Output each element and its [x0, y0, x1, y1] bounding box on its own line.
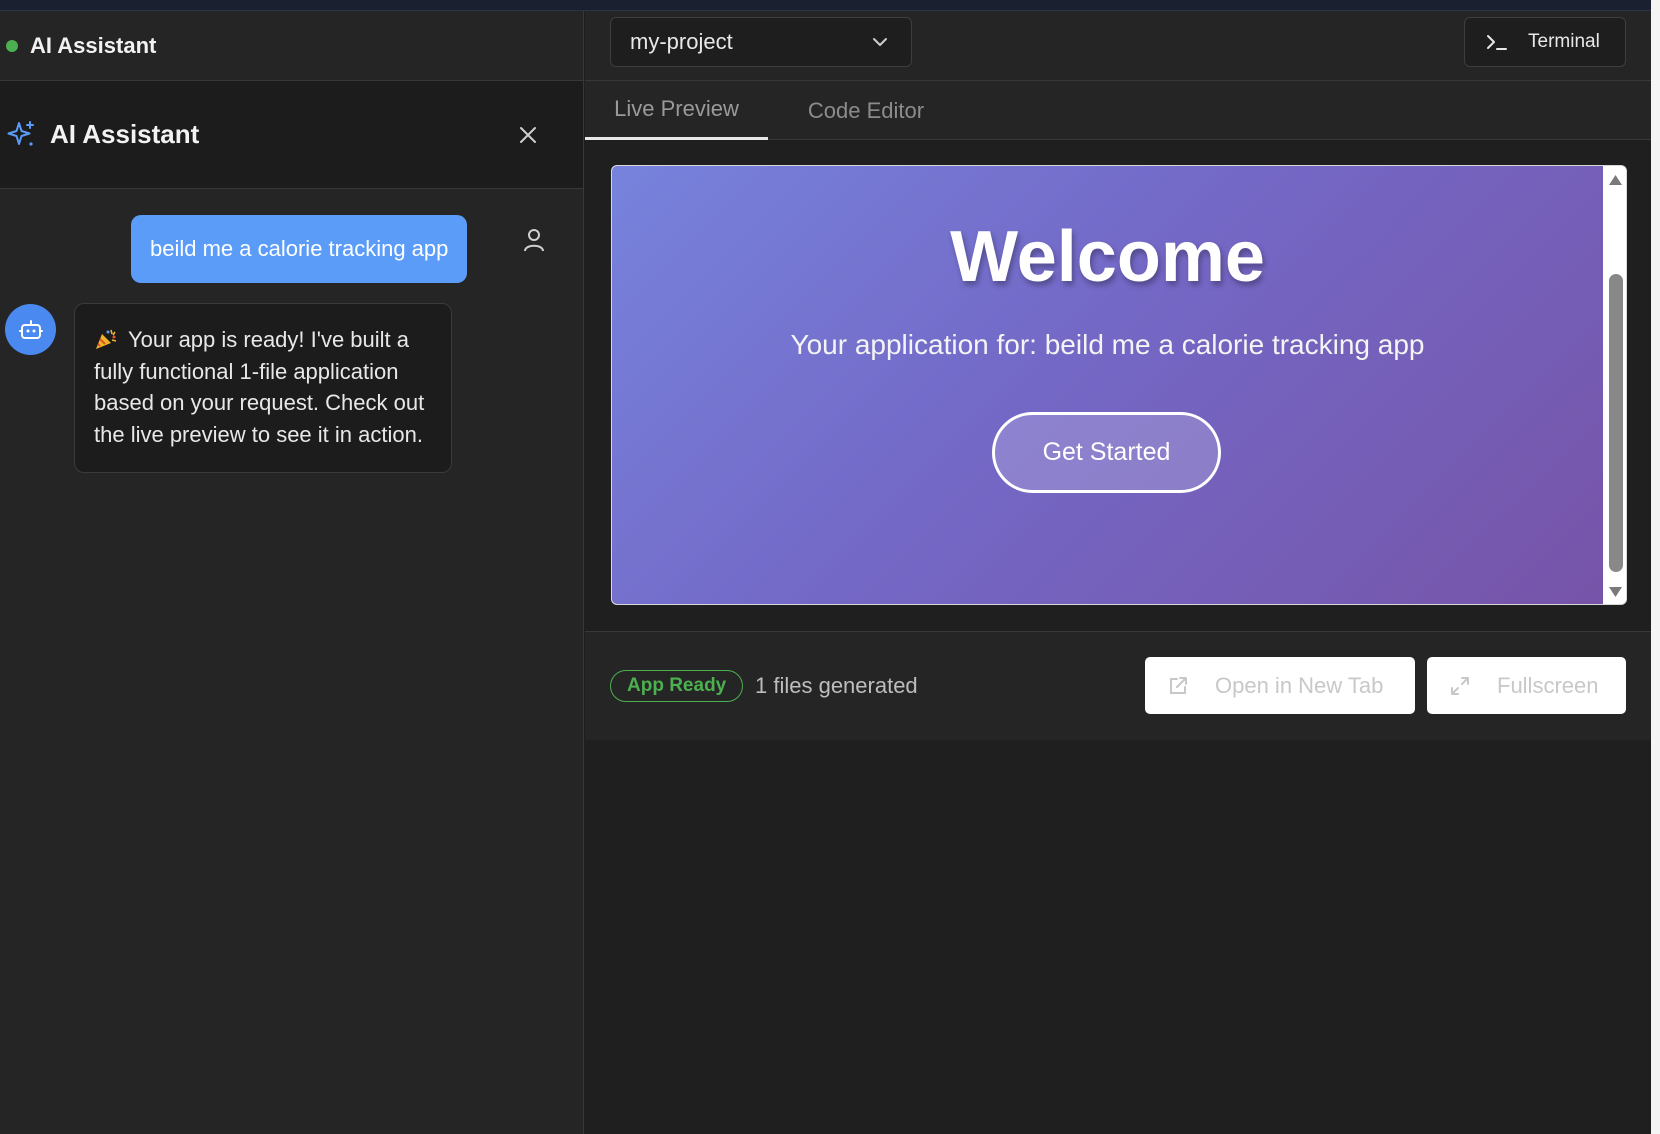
- user-message: beild me a calorie tracking app: [131, 215, 468, 283]
- preview-frame: Welcome Your application for: beild me a…: [611, 165, 1627, 605]
- window-top-strip: [0, 0, 1660, 11]
- bot-message-text: Your app is ready! I've built a fully fu…: [94, 327, 425, 447]
- terminal-label: Terminal: [1528, 31, 1600, 52]
- close-icon[interactable]: [514, 121, 542, 149]
- get-started-button[interactable]: Get Started: [992, 412, 1221, 493]
- scroll-thumb[interactable]: [1609, 274, 1623, 572]
- project-select[interactable]: my-project: [610, 17, 912, 67]
- status-badge: App Ready: [610, 670, 744, 702]
- message-list: beild me a calorie tracking app Your app…: [0, 189, 583, 1129]
- open-new-tab-button[interactable]: Open in New Tab: [1145, 657, 1415, 714]
- status-dot: [6, 39, 18, 52]
- preview-footer: App Ready 1 files generated Open in New …: [585, 632, 1651, 740]
- preview-subtitle: Your application for: beild me a calorie…: [790, 329, 1425, 360]
- expand-icon: [1451, 676, 1469, 695]
- fullscreen-label: Fullscreen: [1497, 672, 1599, 698]
- assistant-sidebar: AI Assistant AI Assistant beild me a cal…: [0, 11, 584, 1134]
- external-link-icon: [1170, 676, 1187, 694]
- bot-avatar: [5, 304, 56, 355]
- party-popper-icon: [96, 329, 117, 349]
- user-icon: [524, 229, 544, 252]
- bot-message: Your app is ready! I've built a fully fu…: [74, 303, 452, 473]
- view-tabs: Live Preview Code Editor: [585, 81, 1651, 140]
- bot-icon: [18, 319, 43, 339]
- open-new-tab-label: Open in New Tab: [1215, 672, 1384, 698]
- tab-live-preview[interactable]: Live Preview: [585, 81, 768, 140]
- scroll-up-arrow-icon[interactable]: [1608, 174, 1623, 186]
- workspace-header: my-project Terminal: [585, 11, 1651, 81]
- sparkle-icon: [7, 120, 34, 146]
- chevron-down-icon: [873, 38, 887, 46]
- preview-heading: Welcome: [950, 217, 1265, 297]
- tab-code-editor[interactable]: Code Editor: [785, 81, 947, 140]
- sidebar-title: AI Assistant: [30, 32, 157, 58]
- sidebar-header: AI Assistant: [0, 11, 583, 81]
- preview-content: Welcome Your application for: beild me a…: [612, 166, 1603, 604]
- terminal-button[interactable]: Terminal: [1464, 17, 1626, 67]
- preview-area: Welcome Your application for: beild me a…: [585, 140, 1651, 632]
- window-right-edge: [1651, 0, 1660, 1134]
- workspace: my-project Terminal Live Preview Code Ed…: [585, 11, 1651, 1134]
- files-count: 1 files generated: [755, 673, 918, 698]
- terminal-icon: [1487, 35, 1507, 50]
- assistant-title: AI Assistant: [50, 119, 200, 149]
- assistant-panel-header: AI Assistant: [0, 81, 583, 189]
- scroll-down-arrow-icon[interactable]: [1608, 586, 1623, 598]
- preview-scrollbar[interactable]: [1603, 166, 1626, 604]
- fullscreen-button[interactable]: Fullscreen: [1427, 657, 1626, 714]
- project-select-value: my-project: [630, 29, 733, 54]
